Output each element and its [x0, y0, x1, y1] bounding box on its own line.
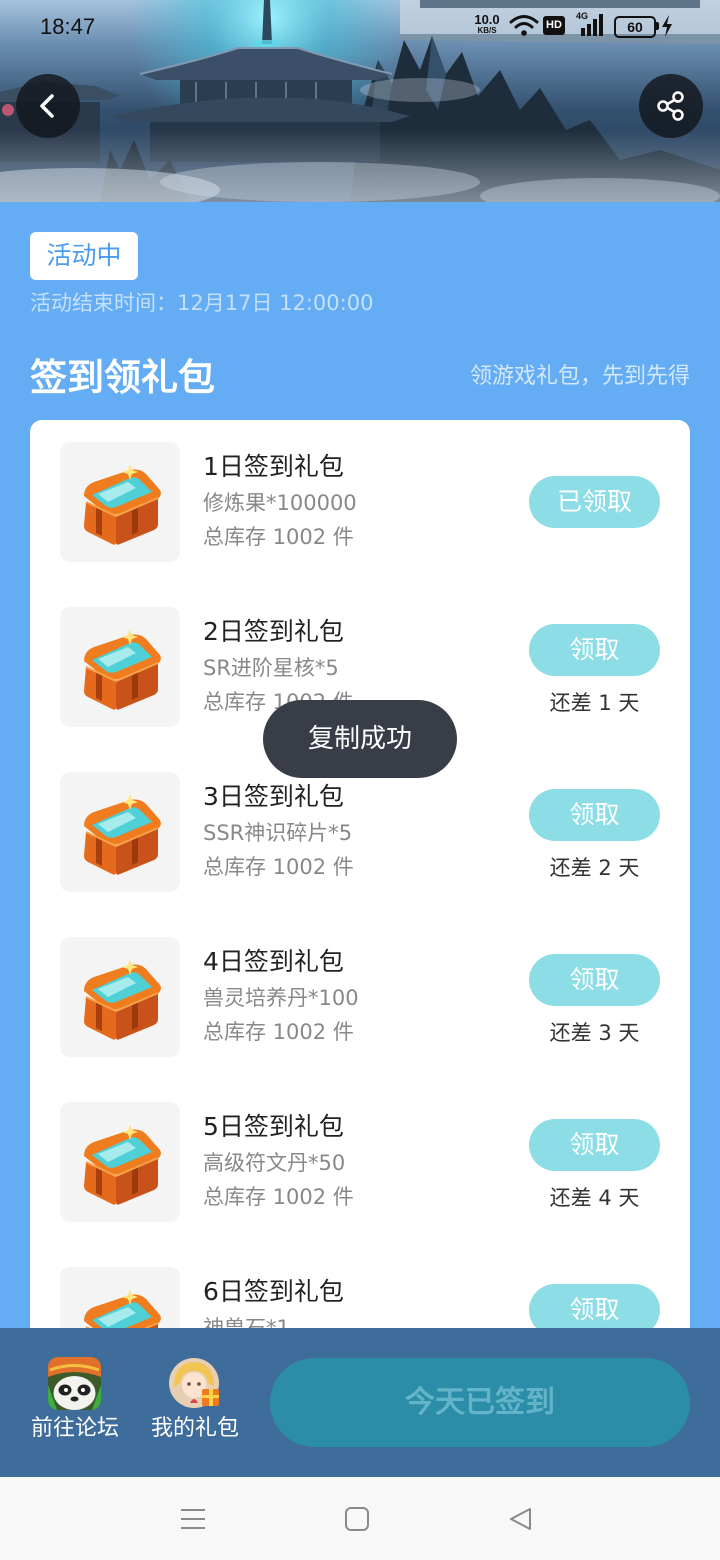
treasure-chest-icon [70, 617, 170, 717]
gift-image [60, 1102, 180, 1222]
gift-image [60, 772, 180, 892]
battery-icon: 60 [614, 16, 656, 38]
gift-content: SSR神识碎片*5 [203, 821, 353, 845]
hero-banner: 18:47 10.0 KB/S HD 4G 60 [0, 0, 720, 202]
days-remaining: 还差 4 天 [549, 1186, 640, 1210]
claim-button[interactable]: 领取 [529, 789, 660, 841]
section-subtitle: 领游戏礼包，先到先得 [469, 364, 690, 389]
status-net-speed: 10.0 KB/S [470, 13, 504, 36]
gift-image [60, 937, 180, 1057]
days-remaining: 还差 2 天 [549, 856, 640, 880]
treasure-chest-icon [70, 782, 170, 882]
hd-badge: HD [543, 16, 565, 35]
gift-title: 4日签到礼包 [203, 947, 344, 976]
gift-checkin-page: 18:47 10.0 KB/S HD 4G 60 活动中 活动结束时间：12月1… [0, 0, 720, 1560]
gift-content: 修炼果*100000 [203, 491, 357, 515]
back-button[interactable] [16, 74, 80, 138]
forum-link[interactable]: 前往论坛 [15, 1415, 135, 1443]
gift-image [60, 607, 180, 727]
menu-icon[interactable] [179, 1505, 207, 1533]
share-button[interactable] [639, 74, 703, 138]
net-speed-unit: KB/S [477, 26, 497, 35]
gift-image [60, 442, 180, 562]
gift-content: SR进阶星核*5 [203, 656, 339, 680]
share-icon [657, 91, 684, 121]
battery-nub [656, 22, 659, 30]
status-time: 18:47 [40, 14, 96, 39]
treasure-chest-icon [70, 947, 170, 1047]
game-app-icon[interactable] [48, 1357, 101, 1410]
avatar-gift-icon[interactable] [168, 1357, 221, 1410]
chevron-left-icon [40, 94, 54, 118]
system-nav-bar [0, 1477, 720, 1560]
checkin-button[interactable]: 今天已签到 [270, 1358, 690, 1447]
hero-banner-image [0, 0, 720, 202]
gift-title: 5日签到礼包 [203, 1112, 344, 1141]
activity-end-time: 活动结束时间：12月17日 12:00:00 [30, 291, 374, 315]
treasure-chest-icon [70, 452, 170, 552]
bottom-action-bar: 前往论坛 我的礼包 今天已签到 [0, 1328, 720, 1477]
activity-status-badge: 活动中 [30, 232, 138, 280]
gift-title: 3日签到礼包 [203, 782, 344, 811]
gift-stock: 总库存 1002 件 [203, 1185, 354, 1209]
days-remaining: 还差 3 天 [549, 1021, 640, 1045]
wifi-icon [509, 15, 539, 36]
gift-stock: 总库存 1002 件 [203, 525, 354, 549]
charging-bolt-icon [662, 15, 672, 37]
signal-icon [581, 14, 603, 36]
claim-button[interactable]: 领取 [529, 1119, 660, 1171]
gift-content: 兽灵培养丹*100 [203, 986, 359, 1010]
claim-button[interactable]: 领取 [529, 624, 660, 676]
gift-item: 1日签到礼包 修炼果*100000 总库存 1002 件 已领取 [30, 442, 690, 607]
gift-item: 3日签到礼包 SSR神识碎片*5 总库存 1002 件 领取 还差 2 天 [30, 772, 690, 937]
gift-content: 高级符文丹*50 [203, 1151, 346, 1175]
my-gifts-link[interactable]: 我的礼包 [135, 1415, 255, 1443]
net-speed-value: 10.0 [474, 12, 500, 27]
toast-message: 复制成功 [263, 700, 457, 778]
claimed-button[interactable]: 已领取 [529, 476, 660, 528]
gift-stock: 总库存 1002 件 [203, 855, 354, 879]
treasure-chest-icon [70, 1112, 170, 1212]
claim-button[interactable]: 领取 [529, 954, 660, 1006]
triangle-back-icon[interactable] [507, 1505, 535, 1533]
gift-item: 4日签到礼包 兽灵培养丹*100 总库存 1002 件 领取 还差 3 天 [30, 937, 690, 1102]
gift-item: 5日签到礼包 高级符文丹*50 总库存 1002 件 领取 还差 4 天 [30, 1102, 690, 1267]
gift-stock: 总库存 1002 件 [203, 1020, 354, 1044]
section-title: 签到领礼包 [30, 356, 215, 399]
gift-title: 2日签到礼包 [203, 617, 344, 646]
gift-title: 6日签到礼包 [203, 1277, 344, 1306]
days-remaining: 还差 1 天 [549, 691, 640, 715]
square-home-icon[interactable] [343, 1505, 371, 1533]
gift-title: 1日签到礼包 [203, 452, 344, 481]
